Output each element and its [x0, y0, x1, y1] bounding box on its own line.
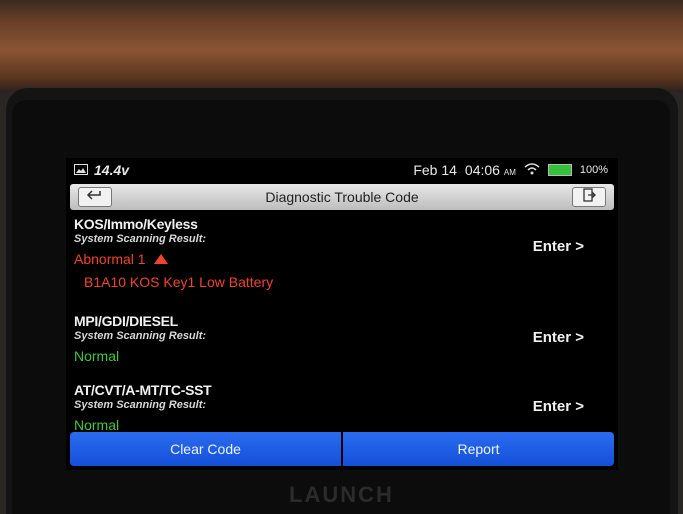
- exit-button[interactable]: [572, 187, 606, 207]
- leather-case: [0, 0, 683, 92]
- battery-percent: 100%: [579, 164, 608, 176]
- system-name: AT/CVT/A-MT/TC-SST: [74, 382, 212, 398]
- system-item[interactable]: AT/CVT/A-MT/TC-SST System Scanning Resul…: [74, 382, 610, 433]
- system-name: MPI/GDI/DIESEL: [74, 313, 178, 329]
- title-bar: Diagnostic Trouble Code: [70, 184, 614, 210]
- status-time-value: 04:06: [464, 162, 500, 178]
- device-screen: 14.4v Feb 14 04:06 AM 100% Diagnostic Tr…: [66, 158, 618, 470]
- device-brand: LAUNCH: [289, 482, 394, 507]
- system-name: KOS/Immo/Keyless: [74, 216, 198, 232]
- exit-icon: [582, 187, 596, 207]
- status-bar: 14.4v Feb 14 04:06 AM 100%: [66, 158, 618, 182]
- wifi-icon: [524, 162, 540, 178]
- status-right: Feb 14 04:06 AM 100%: [413, 162, 608, 178]
- page-title: Diagnostic Trouble Code: [265, 189, 419, 205]
- system-subtitle: System Scanning Result:: [74, 330, 207, 342]
- system-subtitle: System Scanning Result:: [74, 233, 207, 245]
- battery-icon: [547, 164, 572, 176]
- status-date: Feb 14: [413, 162, 457, 178]
- system-item[interactable]: MPI/GDI/DIESEL System Scanning Result: N…: [74, 313, 610, 364]
- enter-button[interactable]: Enter >: [533, 329, 584, 346]
- dtc-code: B1A10 KOS Key1 Low Battery: [84, 274, 274, 290]
- image-icon: [74, 163, 88, 178]
- clear-code-button[interactable]: Clear Code: [70, 432, 341, 466]
- voltage-readout: 14.4v: [94, 162, 130, 178]
- enter-button[interactable]: Enter >: [533, 398, 584, 415]
- system-item[interactable]: KOS/Immo/Keyless System Scanning Result:…: [74, 216, 610, 290]
- system-status: Abnormal 1: [74, 251, 610, 267]
- system-status: Normal: [74, 348, 120, 364]
- system-status: Normal: [74, 417, 120, 433]
- status-time: 04:06 AM: [465, 162, 516, 178]
- triangle-up-icon[interactable]: [153, 251, 168, 267]
- system-status-text: Abnormal 1: [74, 251, 146, 267]
- system-subtitle: System Scanning Result:: [74, 399, 207, 411]
- bottom-action-bar: Clear Code Report: [70, 432, 614, 466]
- enter-button[interactable]: Enter >: [533, 238, 584, 255]
- status-time-suffix: AM: [503, 168, 516, 177]
- report-button[interactable]: Report: [343, 432, 614, 466]
- status-left: 14.4v: [74, 162, 129, 178]
